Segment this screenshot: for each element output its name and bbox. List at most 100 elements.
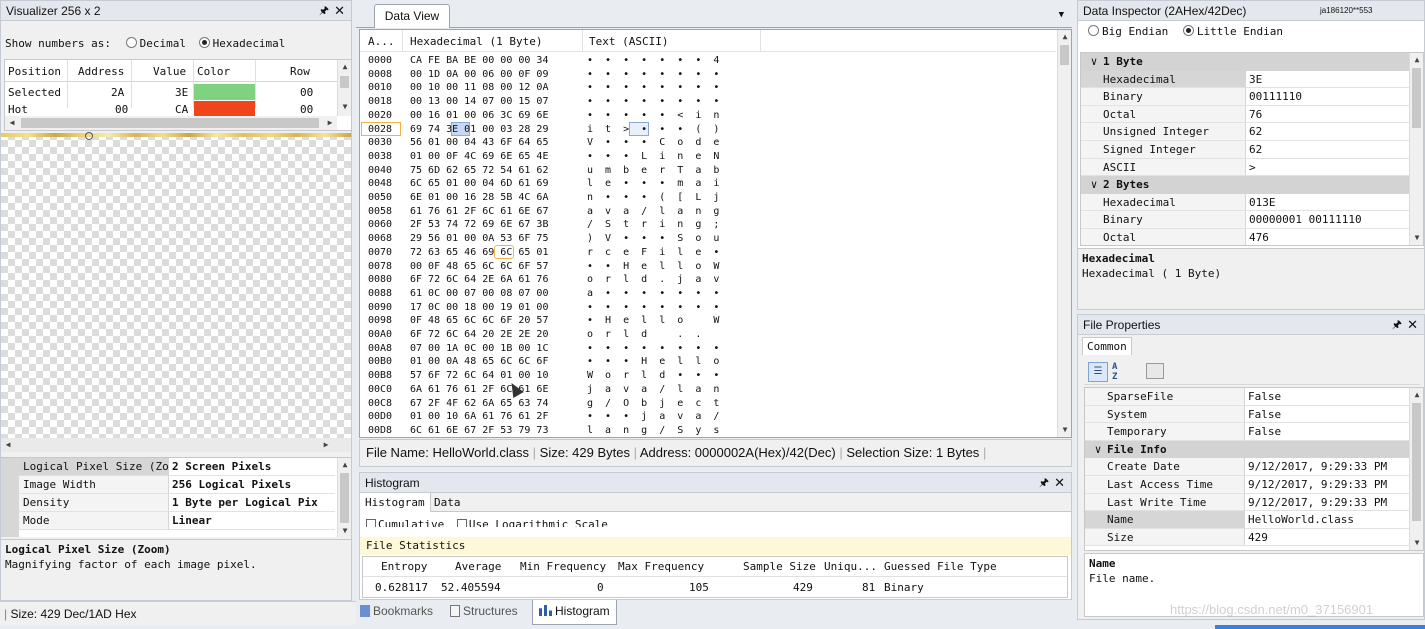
table-hscrollbar[interactable]: ◀ ▶ <box>5 116 337 130</box>
pin-icon[interactable]: 🖈 <box>1392 315 1402 335</box>
hex-editor[interactable]: A... Hexadecimal (1 Byte) Text (ASCII) 0… <box>359 29 1072 438</box>
hex-row[interactable]: 00A0 6F 72 6C 64 20 2E 2E 20 o r l d . . <box>368 328 701 342</box>
stats-col-average[interactable]: Average <box>455 560 501 573</box>
prop-value[interactable]: 1 Byte per Logical Pix <box>169 494 335 512</box>
col-position[interactable]: Position <box>8 65 61 78</box>
prop-value[interactable]: 9/12/2017, 9:29:33 PM <box>1245 475 1411 494</box>
col-text[interactable]: Text (ASCII) <box>589 35 668 48</box>
scroll-right-icon[interactable]: ▶ <box>319 438 333 452</box>
hex-row-bytes[interactable]: 0F 48 65 6C 6C 6F 20 57 <box>410 314 548 328</box>
hex-row-bytes[interactable]: 01 00 10 6A 61 76 61 2F <box>410 410 548 424</box>
prop-row[interactable]: Name HelloWorld.class <box>1085 511 1411 529</box>
col-address[interactable]: Address <box>78 65 124 78</box>
hex-row-text[interactable]: ) V • • • S o u <box>587 232 719 246</box>
radio-hexadecimal[interactable]: Hexadecimal <box>198 37 285 50</box>
hex-row-text[interactable]: • • • L i n e N <box>587 150 719 164</box>
hex-vscrollbar[interactable]: ▲ ▼ <box>1057 30 1071 437</box>
tab-structures[interactable]: Structures <box>450 604 518 618</box>
hex-row-text[interactable]: • • • j a v a / <box>587 410 719 424</box>
inspector-value[interactable]: 476 <box>1246 228 1411 245</box>
table-vscrollbar[interactable]: ▲ ▼ <box>337 60 351 116</box>
prop-value[interactable]: False <box>1245 405 1411 424</box>
hex-row-text[interactable]: r c e F i l e • <box>587 246 719 260</box>
scroll-right-icon[interactable]: ▶ <box>323 116 337 130</box>
collapse-icon[interactable]: ∨ <box>1085 176 1103 194</box>
scroll-up-icon[interactable]: ▲ <box>338 458 351 472</box>
hex-row[interactable]: 0010 00 10 00 11 08 00 12 0A • • • • • • •… <box>368 81 719 95</box>
hex-row-text[interactable]: j a v a / l a n <box>587 383 719 397</box>
hex-row[interactable]: 0030 56 01 00 04 43 6F 64 65 V • • • C o d… <box>368 136 719 150</box>
table-row[interactable]: Hot 00 CA 00 <box>5 101 337 117</box>
hex-row[interactable]: 0070 72 63 65 46 69 6C 65 01 r c e F i l e… <box>368 246 719 260</box>
table-row[interactable]: Selected 2A 3E 00 <box>5 84 337 100</box>
inspector-vscrollbar[interactable]: ▲ ▼ <box>1409 53 1423 245</box>
radio-decimal[interactable]: Decimal <box>125 37 186 50</box>
scroll-down-icon[interactable]: ▼ <box>1410 231 1423 245</box>
inspector-value[interactable]: 00000001 00111110 <box>1246 211 1411 229</box>
hex-row-text[interactable]: u m b e r T a b <box>587 164 719 178</box>
tab-common[interactable]: Common <box>1082 337 1132 355</box>
hex-row[interactable]: 0090 17 0C 00 18 00 19 01 00 • • • • • • •… <box>368 301 719 315</box>
hex-row-bytes[interactable]: 2F 53 74 72 69 6E 67 3B <box>410 218 548 232</box>
inspector-row[interactable]: Binary 00000001 00111110 <box>1081 211 1411 229</box>
hex-row-bytes[interactable]: 56 01 00 04 43 6F 64 65 <box>410 136 548 150</box>
hex-row-text[interactable]: l e • • • m a i <box>587 177 719 191</box>
inspector-row[interactable]: Octal 476 <box>1081 228 1411 245</box>
hex-row[interactable]: 0060 2F 53 74 72 69 6E 67 3B / S t r i n g… <box>368 218 719 232</box>
prop-row[interactable]: Temporary False <box>1085 423 1411 441</box>
hex-row-text[interactable]: • • • • • • • • <box>587 342 719 356</box>
hex-row[interactable]: 0058 61 76 61 2F 6C 61 6E 67 a v a / l a n… <box>368 205 719 219</box>
tab-list-dropdown-icon[interactable]: ▼ <box>1059 10 1064 20</box>
hex-row[interactable]: 00A8 07 00 1A 0C 00 1B 00 1C • • • • • • •… <box>368 342 719 356</box>
checkbox-log-scale[interactable]: Use Logarithmic Scale <box>456 518 608 527</box>
hex-row-bytes[interactable]: 67 2F 4F 62 6A 65 63 74 <box>410 397 548 411</box>
close-icon[interactable]: ✕ <box>1054 473 1065 493</box>
hex-row-text[interactable]: • H e l l o W <box>587 314 719 328</box>
pin-icon[interactable]: 🖈 <box>1039 473 1049 493</box>
radio-little-endian[interactable]: Little Endian <box>1182 25 1283 38</box>
tab-histogram[interactable]: Histogram <box>360 493 431 512</box>
tab-data[interactable]: Data <box>430 493 465 512</box>
hex-row-text[interactable]: a v a / l a n g <box>587 205 719 219</box>
prop-value[interactable]: 429 <box>1245 528 1411 547</box>
prop-value[interactable]: Linear <box>169 512 335 530</box>
property-pages-icon[interactable] <box>1146 363 1164 379</box>
hex-row[interactable]: 00D0 01 00 10 6A 61 76 61 2F • • • j a v a… <box>368 410 719 424</box>
hex-row[interactable]: 0020 00 16 01 00 06 3C 69 6E • • • • • < i… <box>368 109 719 123</box>
col-color[interactable]: Color <box>197 65 230 78</box>
inspector-row[interactable]: ASCII > <box>1081 158 1411 177</box>
hex-row-text[interactable]: l a n g / S y s <box>587 424 719 438</box>
hex-row-text[interactable]: • • • • • < i n <box>587 109 719 123</box>
stats-col-sample-size[interactable]: Sample Size <box>743 560 816 573</box>
hex-row-bytes[interactable]: 61 76 61 2F 6C 61 6E 67 <box>410 205 548 219</box>
hex-row[interactable]: 0028 69 74 3E 01 00 03 28 29 i t > • • • (… <box>368 123 719 137</box>
hex-row-bytes[interactable]: 72 63 65 46 69 6C 65 01 <box>410 246 548 260</box>
hex-row-bytes[interactable]: 6F 72 6C 64 2E 6A 61 76 <box>410 273 548 287</box>
prop-value[interactable]: False <box>1245 423 1411 441</box>
tab-histogram-bottom[interactable]: Histogram <box>532 600 617 625</box>
hex-row-text[interactable]: V • • • C o d e <box>587 136 719 150</box>
hex-row-bytes[interactable]: 6F 72 6C 64 20 2E 2E 20 <box>410 328 548 342</box>
hex-row[interactable]: 0008 00 1D 0A 00 06 00 0F 09 • • • • • • •… <box>368 68 719 82</box>
hex-row-text[interactable]: i t > • • • ( ) <box>587 123 719 137</box>
scroll-down-icon[interactable]: ▼ <box>338 100 352 114</box>
stats-col-max-frequency[interactable]: Max Frequency <box>618 560 704 573</box>
file-props-vscrollbar[interactable]: ▲ ▼ <box>1409 388 1423 550</box>
scroll-up-icon[interactable]: ▲ <box>1410 388 1423 402</box>
inspector-value[interactable]: 62 <box>1246 140 1411 159</box>
inspector-value[interactable]: 00111110 <box>1246 88 1411 106</box>
prop-row[interactable]: SparseFile False <box>1085 388 1411 406</box>
inspector-value[interactable]: 76 <box>1246 105 1411 124</box>
category-file-info[interactable]: ∨ File Info <box>1085 440 1411 459</box>
hex-row[interactable]: 0048 6C 65 01 00 04 6D 61 69 l e • • • m a… <box>368 177 719 191</box>
hex-row-text[interactable]: a • • • • • • • <box>587 287 719 301</box>
canvas-hscrollbar[interactable]: ◀ ▶ <box>1 438 351 452</box>
scroll-down-icon[interactable]: ▼ <box>338 524 351 537</box>
hex-row[interactable]: 0040 75 6D 62 65 72 54 61 62 u m b e r T a… <box>368 164 719 178</box>
hex-row-text[interactable]: • • • H e l l o <box>587 355 719 369</box>
hex-row[interactable]: 0098 0F 48 65 6C 6C 6F 20 57 • H e l l o W <box>368 314 719 328</box>
hex-row-bytes[interactable]: 57 6F 72 6C 64 01 00 10 <box>410 369 548 383</box>
hex-row[interactable]: 0078 00 0F 48 65 6C 6C 6F 57 • • H e l l o… <box>368 260 719 274</box>
hex-row[interactable]: 0000 CA FE BA BE 00 00 00 34 • • • • • • •… <box>368 54 719 68</box>
hex-row[interactable]: 0068 29 56 01 00 0A 53 6F 75) V • • • S o… <box>368 232 719 246</box>
